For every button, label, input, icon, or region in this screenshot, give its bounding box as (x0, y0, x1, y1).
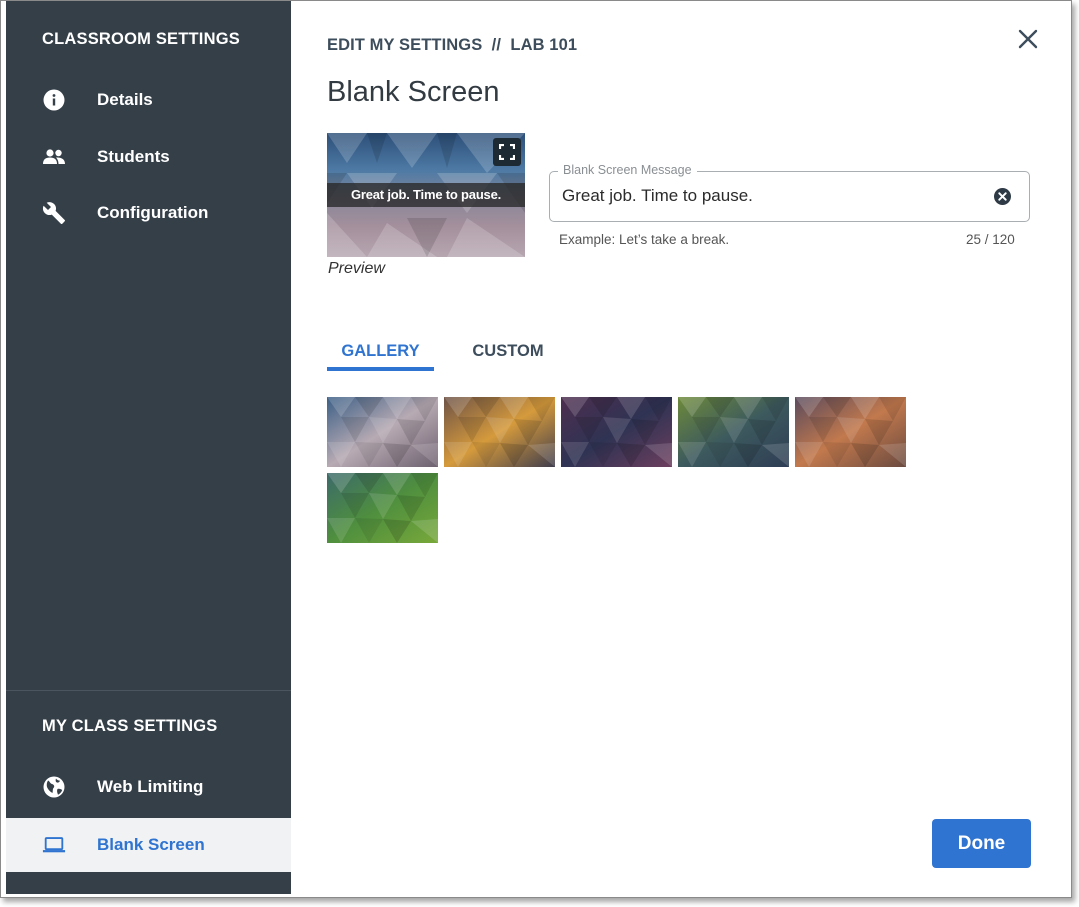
preview-message: Great job. Time to pause. (327, 183, 525, 207)
gallery-thumbnail[interactable] (444, 397, 555, 467)
sidebar-divider (6, 690, 291, 691)
gallery-thumbnail[interactable] (327, 473, 438, 543)
info-icon (42, 88, 66, 112)
sidebar-item-blank-screen[interactable]: Blank Screen (6, 818, 291, 872)
blank-screen-preview: Great job. Time to pause. (327, 133, 525, 257)
my-class-settings-header: MY CLASS SETTINGS (42, 717, 218, 735)
sidebar-item-details[interactable]: Details (6, 73, 291, 127)
field-helper-text: Example: Let’s take a break. (559, 232, 730, 247)
sidebar: CLASSROOM SETTINGS Details Students Conf… (6, 1, 291, 894)
fullscreen-icon[interactable] (493, 138, 521, 166)
preview-caption: Preview (328, 260, 385, 277)
tab-custom[interactable]: CUSTOM (453, 332, 563, 371)
gallery-thumbnail[interactable] (678, 397, 789, 467)
field-label: Blank Screen Message (558, 163, 697, 177)
sidebar-item-label: Blank Screen (97, 835, 205, 854)
tab-gallery[interactable]: GALLERY (327, 332, 434, 371)
clear-circle-icon[interactable] (993, 187, 1012, 206)
gallery-thumbnail[interactable] (561, 397, 672, 467)
laptop-icon (42, 833, 66, 857)
done-button[interactable]: Done (932, 819, 1031, 868)
sidebar-item-label: Web Limiting (97, 777, 204, 796)
sidebar-footer (6, 872, 291, 894)
sidebar-item-label: Details (97, 90, 153, 109)
dialog-window: CLASSROOM SETTINGS Details Students Conf… (0, 0, 1072, 898)
sidebar-item-label: Students (97, 147, 170, 166)
globe-icon (42, 775, 66, 799)
sidebar-item-label: Configuration (97, 203, 209, 222)
classroom-settings-header: CLASSROOM SETTINGS (42, 30, 240, 48)
gallery-thumbnail[interactable] (795, 397, 906, 467)
people-icon (42, 145, 66, 169)
character-counter: 25 / 120 (966, 232, 1015, 247)
main-panel: EDIT MY SETTINGS // LAB 101 Blank Screen (291, 1, 1071, 897)
page-title: Blank Screen (327, 76, 500, 108)
wrench-icon (42, 201, 66, 225)
sidebar-item-configuration[interactable]: Configuration (6, 186, 291, 240)
sidebar-item-web-limiting[interactable]: Web Limiting (6, 760, 291, 814)
close-icon[interactable] (1016, 27, 1040, 51)
sidebar-item-students[interactable]: Students (6, 130, 291, 184)
breadcrumb: EDIT MY SETTINGS // LAB 101 (327, 36, 578, 54)
gallery-thumbnail[interactable] (327, 397, 438, 467)
blank-screen-message-field: Blank Screen Message (549, 163, 1030, 222)
message-input[interactable] (562, 186, 982, 206)
